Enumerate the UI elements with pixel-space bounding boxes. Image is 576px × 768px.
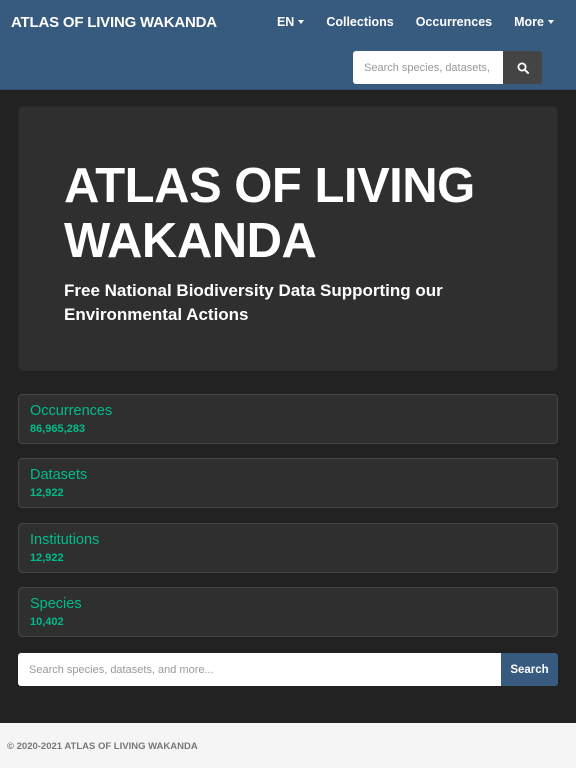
footer: © 2020-2021 ATLAS OF LIVING WAKANDA xyxy=(0,723,576,768)
stat-count: 12,922 xyxy=(30,487,64,499)
language-dropdown[interactable]: EN xyxy=(276,15,305,29)
footer-copyright: © 2020-2021 ATLAS OF LIVING WAKANDA xyxy=(7,741,198,752)
stat-card-occurrences[interactable]: Occurrences 86,965,283 xyxy=(18,394,558,444)
language-label: EN xyxy=(276,15,295,29)
nav-occurrences-link[interactable]: Occurrences xyxy=(416,15,492,29)
main-search-input[interactable] xyxy=(18,653,502,686)
caret-down-icon xyxy=(548,20,554,24)
stat-card-institutions[interactable]: Institutions 12,922 xyxy=(18,523,558,573)
stat-count: 86,965,283 xyxy=(30,423,86,435)
stat-count: 12,922 xyxy=(30,552,64,564)
hero-title: ATLAS OF LIVING WAKANDA xyxy=(64,159,475,268)
stat-card-datasets[interactable]: Datasets 12,922 xyxy=(18,458,558,508)
hero-panel: ATLAS OF LIVING WAKANDA Free National Bi… xyxy=(18,106,558,371)
more-dropdown[interactable]: More xyxy=(514,15,554,29)
stat-label[interactable]: Datasets xyxy=(30,467,87,483)
stat-label[interactable]: Institutions xyxy=(30,532,99,548)
navbar-search-button[interactable] xyxy=(503,51,542,84)
stat-count: 10,402 xyxy=(30,616,64,628)
search-icon xyxy=(517,62,529,74)
stat-label[interactable]: Species xyxy=(30,596,82,612)
stat-label[interactable]: Occurrences xyxy=(30,403,112,419)
main-search-button[interactable]: Search xyxy=(501,653,558,686)
hero-subtitle: Free National Biodiversity Data Supporti… xyxy=(64,281,443,324)
nav-collections-link[interactable]: Collections xyxy=(326,15,393,29)
navbar-search-input[interactable] xyxy=(353,51,503,84)
more-label: More xyxy=(514,15,544,29)
caret-down-icon xyxy=(298,20,305,24)
navbar: ATLAS OF LIVING WAKANDA EN Collections O… xyxy=(0,0,576,90)
brand-link[interactable]: ATLAS OF LIVING WAKANDA xyxy=(11,14,217,31)
nav-links: EN Collections Occurrences More xyxy=(277,15,554,29)
stat-card-species[interactable]: Species 10,402 xyxy=(18,587,558,637)
